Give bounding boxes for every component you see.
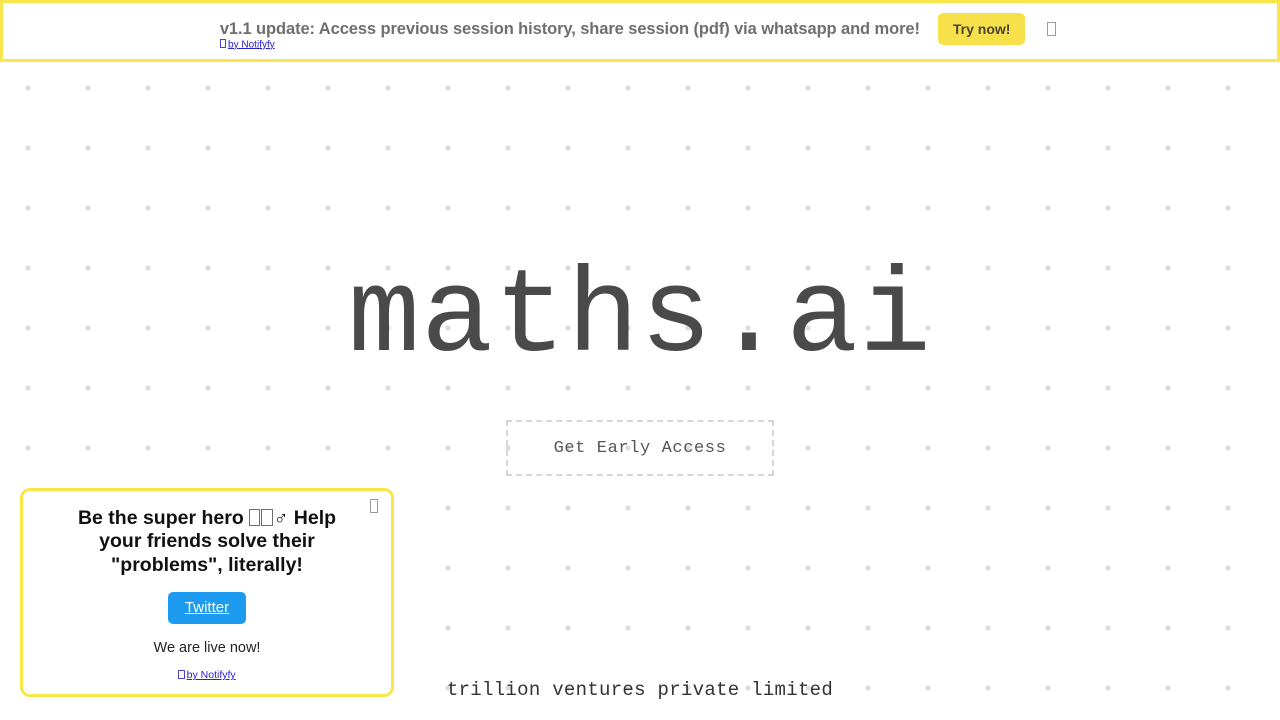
popup-status-text: We are live now! [153, 640, 261, 657]
page-background: maths.ai Get Early Access trillion ventu… [0, 0, 1280, 720]
try-now-button[interactable]: Try now! [937, 13, 1026, 45]
get-early-access-label: Get Early Access [553, 438, 727, 458]
superhero-emoji-icon [249, 508, 261, 527]
banner-close-icon[interactable] [1043, 20, 1060, 38]
popup-heading: Be the super hero ♂ Help your friends so… [41, 507, 373, 577]
close-icon [369, 499, 378, 513]
male-sign-glyph: ♂ [273, 507, 289, 529]
notifyfy-logo-icon [178, 669, 185, 680]
banner-credit-label: by Notifyfy [228, 39, 275, 51]
popup-close-button[interactable] [369, 499, 378, 513]
popup-credit-label: by Notifyfy [186, 669, 236, 682]
banner-notifyfy-credit-link[interactable]: by Notifyfy [219, 38, 275, 51]
popup-notifyfy-credit-link[interactable]: by Notifyfy [178, 669, 236, 682]
notification-popup-card: Be the super hero ♂ Help your friends so… [20, 488, 394, 697]
notifyfy-logo-icon [219, 38, 227, 49]
get-early-access-button[interactable]: Get Early Access [506, 420, 774, 476]
page-title: maths.ai [347, 251, 933, 387]
banner-text-wrap: v1.1 update: Access previous session his… [219, 19, 920, 50]
banner-message: v1.1 update: Access previous session his… [219, 19, 920, 38]
banner-inner: v1.1 update: Access previous session his… [219, 13, 1060, 50]
close-icon [1047, 22, 1057, 36]
zwj-emoji-icon [261, 508, 273, 527]
popup-heading-part1: Be the super hero [77, 507, 250, 529]
top-notification-banner: v1.1 update: Access previous session his… [0, 0, 1280, 62]
twitter-button[interactable]: Twitter [167, 592, 247, 625]
